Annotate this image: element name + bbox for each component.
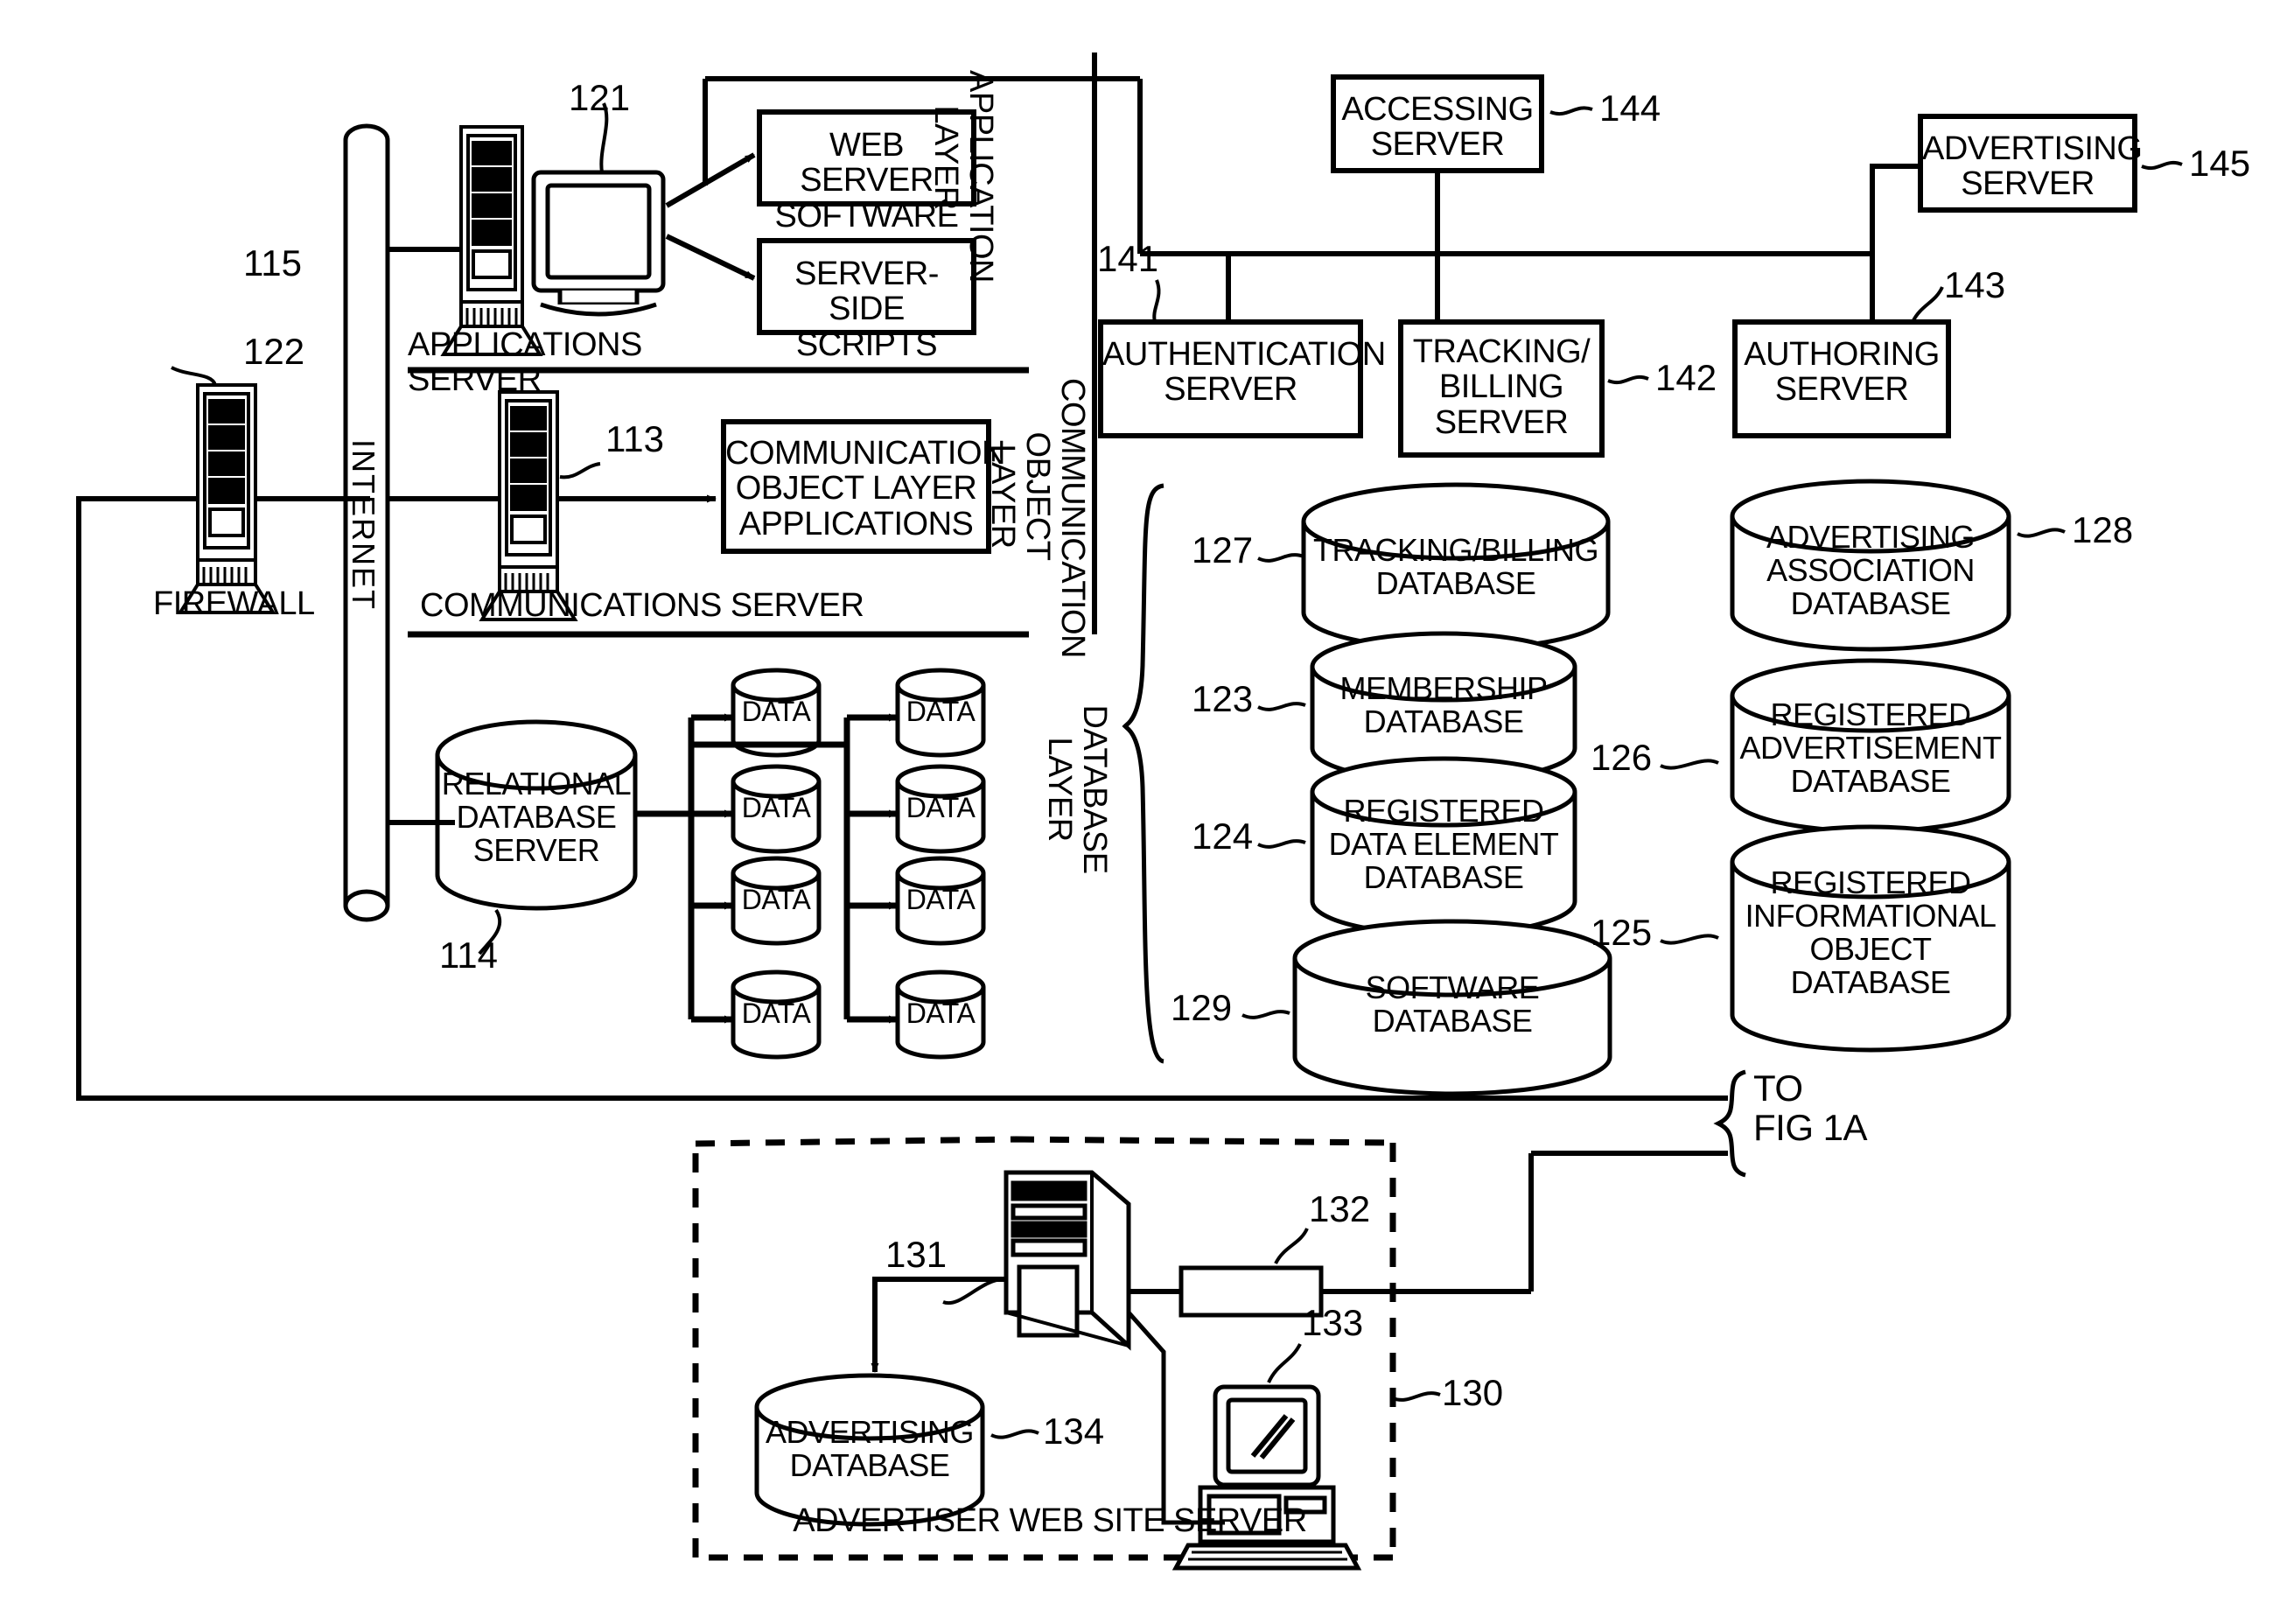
data-cylinder-label: DATA [906, 696, 976, 727]
internet-label: INTERNET [346, 439, 381, 611]
data-cylinder-label: DATA [906, 998, 976, 1029]
tracking-billing-database-label: TRACKING/BILLING DATABASE [1312, 532, 1599, 602]
advertising-database-label: ADVERTISING DATABASE [766, 1414, 974, 1484]
ref-121: 121 [569, 77, 631, 118]
ref-144: 144 [1599, 88, 1661, 129]
ref-127: 127 [1192, 529, 1254, 570]
to-fig-1a-label: TO FIG 1A [1753, 1068, 1868, 1148]
communication-object-layer-label: COMMUNICATION OBJECT LAYER [984, 378, 1091, 658]
registered-data-element-database-label: REGISTERED DATA ELEMENT DATABASE [1328, 793, 1559, 896]
ref-113: 113 [605, 418, 664, 459]
ref-131: 131 [885, 1234, 948, 1275]
ref-132: 132 [1309, 1188, 1371, 1229]
membership-database-label: MEMBERSHIP DATABASE [1339, 670, 1548, 740]
ref-114: 114 [439, 934, 498, 976]
communications-server-caption: COMMUNICATIONS SERVER [420, 587, 864, 624]
authoring-server-label: AUTHORING SERVER [1744, 336, 1940, 409]
advertiser-web-site-server-caption: ADVERTISER WEB SITE SERVER [793, 1502, 1307, 1539]
accessing-server-label: ACCESSING SERVER [1341, 91, 1534, 164]
firewall-label: FIREWALL [153, 585, 315, 622]
ref-115: 115 [243, 242, 302, 284]
advertising-server-label: ADVERTISING SERVER [1922, 130, 2143, 203]
database-layer-label: DATABASE LAYER [1041, 704, 1113, 874]
advertising-association-database-label: ADVERTISING ASSOCIATION DATABASE [1766, 519, 1975, 622]
data-cylinder-label: DATA [741, 696, 811, 727]
data-cylinder-label: DATA [741, 998, 811, 1029]
registered-advertisement-database-label: REGISTERED ADVERTISEMENT DATABASE [1739, 696, 2002, 800]
ref-141: 141 [1097, 238, 1159, 279]
ref-145: 145 [2189, 143, 2251, 184]
relational-database-server-label: RELATIONAL DATABASE SERVER [441, 766, 632, 869]
figure-canvas: WEB SERVER SOFTWARE SERVER-SIDE SCRIPTS … [0, 0, 2294, 1624]
ref-125: 125 [1591, 912, 1653, 953]
tracking-billing-server-label: TRACKING/ BILLING SERVER [1412, 333, 1591, 441]
ref-122: 122 [243, 331, 305, 372]
server-side-scripts-box-label: SERVER-SIDE SCRIPTS [794, 256, 939, 363]
ref-130: 130 [1442, 1372, 1504, 1413]
communication-object-layer-applications-label: COMMUNICATION OBJECT LAYER APPLICATIONS [725, 435, 1006, 542]
data-cylinder-label: DATA [906, 884, 976, 915]
ref-129: 129 [1171, 987, 1233, 1028]
ref-123: 123 [1192, 678, 1254, 719]
data-cylinder-label: DATA [906, 792, 976, 823]
data-cylinder-label: DATA [741, 884, 811, 915]
ref-133: 133 [1302, 1302, 1364, 1343]
data-cylinder-label: DATA [741, 792, 811, 823]
applications-server-caption: APPLICATIONS SERVER [408, 326, 642, 399]
authentication-server-label: AUTHENTICATION SERVER [1102, 336, 1386, 409]
ref-124: 124 [1192, 816, 1254, 857]
ref-126: 126 [1591, 737, 1653, 778]
registered-informational-object-database-label: REGISTERED INFORMATIONAL OBJECT DATABASE [1745, 864, 1997, 1001]
ref-134: 134 [1043, 1410, 1105, 1452]
ref-128: 128 [2072, 509, 2134, 550]
application-layer-label: APPLICATION LAYER [927, 70, 999, 283]
software-database-label: SOFTWARE DATABASE [1365, 970, 1540, 1040]
ref-143: 143 [1944, 264, 2006, 305]
ref-142: 142 [1655, 357, 1717, 398]
